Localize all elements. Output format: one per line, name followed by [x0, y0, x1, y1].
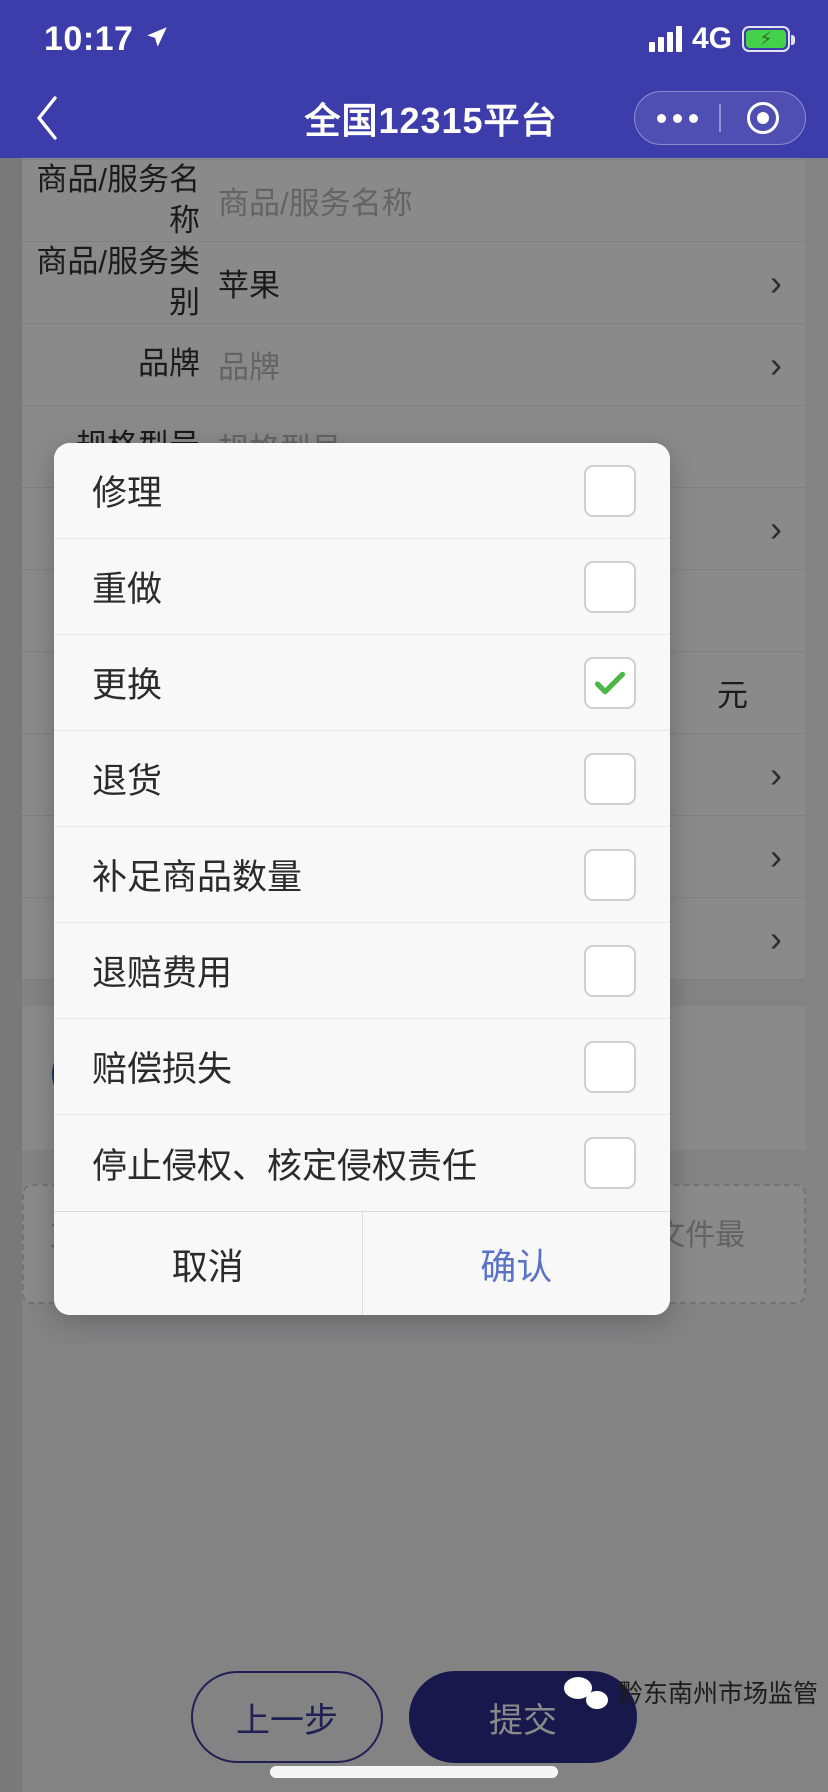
signal-bars-icon [648, 26, 682, 52]
nav-bar: 全国12315平台 [0, 78, 828, 158]
wechat-capsule-menu[interactable] [634, 91, 806, 145]
clock-time: 10:17 [44, 19, 134, 58]
battery-bolt-glyph: ⚡ [759, 28, 773, 50]
option-label: 补足商品数量 [92, 858, 303, 897]
option-checkbox[interactable] [584, 944, 636, 997]
chevron-left-icon [34, 95, 60, 141]
target-circle-icon[interactable] [721, 102, 805, 134]
option-checkbox[interactable] [584, 752, 636, 805]
option-row[interactable]: 更换 [54, 635, 670, 731]
option-label: 修理 [92, 474, 163, 513]
option-checkbox[interactable] [584, 464, 636, 517]
status-clock-group: 10:17 [44, 20, 170, 59]
watermark-text: 黔东南州市场监管 [617, 1680, 818, 1708]
demand-select-modal: 修理重做更换退货补足商品数量 退赔费用赔偿损失停止侵权、核定侵权责任 取消 确认 [54, 443, 670, 1315]
option-row[interactable]: 赔偿损失 [54, 1019, 670, 1115]
option-list: 修理重做更换退货补足商品数量 退赔费用赔偿损失停止侵权、核定侵权责任 [54, 443, 670, 1211]
option-row[interactable]: 补足商品数量 [54, 827, 670, 923]
wechat-watermark: 黔东南州市场监管 [563, 1674, 818, 1710]
cancel-button[interactable]: 取消 [54, 1212, 363, 1315]
modal-footer: 取消 确认 [54, 1211, 670, 1315]
option-row[interactable]: 重做 [54, 539, 670, 635]
more-dots-icon[interactable] [635, 113, 719, 123]
option-checkbox[interactable] [584, 1137, 636, 1189]
left-gutter-shade [0, 158, 22, 1792]
check-icon [594, 671, 626, 694]
option-checkbox[interactable] [584, 656, 636, 709]
option-label: 重做 [92, 570, 163, 609]
option-row[interactable]: 退赔费用 [54, 923, 670, 1019]
option-label: 更换 [92, 666, 163, 705]
network-type-label: 4G [691, 22, 732, 55]
home-indicator [270, 1766, 558, 1778]
option-label: 退货 [92, 762, 163, 801]
phone-screen: 10:17 4G ⚡ 全国12315平台 地上海市长宁区安西大路888 [0, 0, 828, 1792]
option-label: 退赔费用 [92, 954, 233, 993]
option-checkbox[interactable] [584, 560, 636, 613]
option-row[interactable]: 退货 [54, 731, 670, 827]
status-bar: 10:17 4G ⚡ [0, 0, 828, 78]
battery-charging-icon: ⚡ [742, 26, 795, 52]
option-row[interactable]: 停止侵权、核定侵权责任 [54, 1115, 670, 1211]
confirm-button[interactable]: 确认 [363, 1212, 671, 1315]
option-checkbox[interactable] [584, 1040, 636, 1093]
option-label: 赔偿损失 [92, 1050, 233, 1089]
back-button[interactable] [0, 78, 94, 158]
option-label: 停止侵权、核定侵权责任 [92, 1146, 478, 1186]
wechat-logo-icon [563, 1675, 608, 1709]
location-arrow-icon [144, 20, 170, 59]
option-row[interactable]: 修理 [54, 443, 670, 539]
status-indicators: 4G ⚡ [648, 22, 795, 56]
option-checkbox[interactable] [584, 848, 636, 901]
